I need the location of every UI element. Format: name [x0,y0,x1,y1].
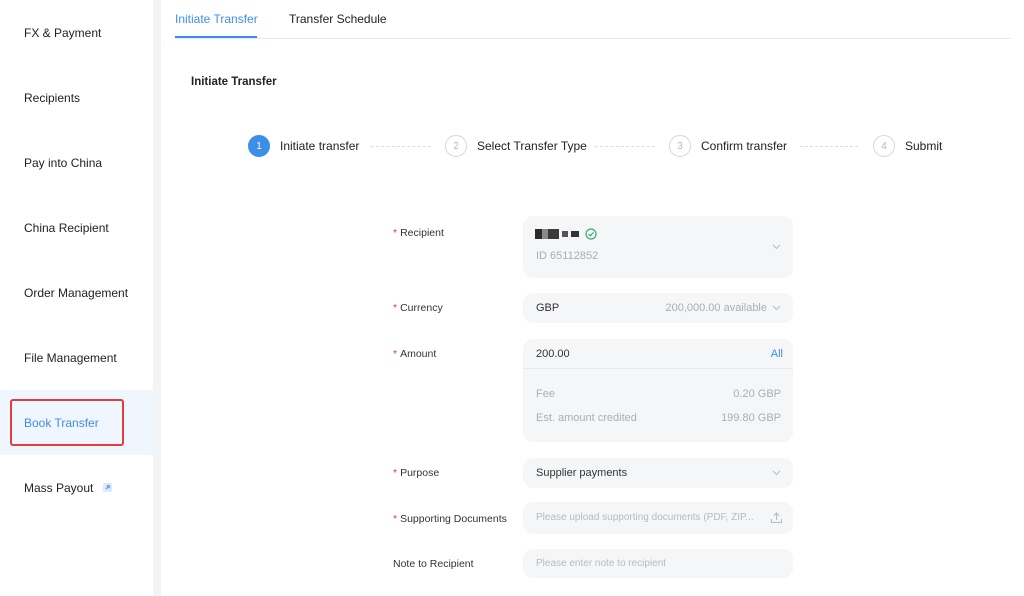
sidebar-item-label: Book Transfer [24,415,99,430]
currency-value: GBP [536,302,560,314]
chevron-down-icon [772,244,781,250]
step-number-badge: 2 [445,135,467,157]
sidebar-item-mass-payout[interactable]: Mass Payout [0,455,153,520]
recipient-label: * Recipient [393,227,444,239]
step-number-badge: 4 [873,135,895,157]
est-amount-value: 199.80 GBP [721,412,781,424]
fee-value: 0.20 GBP [733,388,781,400]
sidebar-item-label: Order Management [24,285,129,300]
recipient-select[interactable]: ID 65112852 [523,216,793,278]
sidebar-item-label: Mass Payout [24,480,94,495]
fee-label: Fee [536,388,555,400]
sidebar-item-book-transfer[interactable]: Book Transfer [0,390,153,455]
sidebar-item-order-management[interactable]: Order Management [0,260,153,325]
sidebar-item-label: Pay into China [24,155,103,170]
purpose-select[interactable]: Supplier payments [523,458,793,488]
amount-group: 200.00 All Fee 0.20 GBP Est. amount cred… [523,339,793,442]
recipient-name-masked [535,228,597,240]
sidebar-item-label: File Management [24,350,117,365]
sidebar-item-label: China Recipient [24,220,109,235]
tab-bar: Initiate Transfer Transfer Schedule [175,0,1011,39]
sidebar-item-fx-payment[interactable]: FX & Payment [0,0,153,65]
all-amount-link[interactable]: All [771,348,783,360]
recipient-id: ID 65112852 [536,250,599,262]
purpose-label: * Purpose [393,467,440,479]
sidebar-item-label: FX & Payment [24,25,102,40]
currency-select[interactable]: GBP 200,000.00 available [523,293,793,323]
sidebar: FX & Payment Recipients Pay into China C… [0,0,153,596]
chevron-down-icon [772,470,781,476]
step-1: 1 Initiate transfer [248,135,359,157]
note-placeholder: Please enter note to recipient [536,558,667,569]
verified-check-icon [585,228,597,240]
page-title: Initiate Transfer [191,76,277,88]
active-tab-indicator [175,36,257,38]
upload-placeholder: Please upload supporting documents (PDF,… [536,512,754,523]
step-connector [800,146,858,147]
step-label: Initiate transfer [280,139,360,153]
supporting-documents-label: * Supporting Documents [393,513,507,525]
upload-icon[interactable] [770,511,783,524]
step-connector [595,146,655,147]
amount-label: * Amount [393,348,437,360]
sidebar-item-label: Recipients [24,90,81,105]
step-number-badge: 3 [669,135,691,157]
sidebar-item-file-management[interactable]: File Management [0,325,153,390]
available-balance: 200,000.00 available [665,302,767,314]
chevron-down-icon [772,305,781,311]
step-connector [371,146,431,147]
currency-label: * Currency [393,302,443,314]
step-4: 4 Submit [873,135,942,157]
note-label: Note to Recipient [393,558,474,570]
sidebar-item-china-recipient[interactable]: China Recipient [0,195,153,260]
external-link-icon [103,483,113,492]
tab-transfer-schedule[interactable]: Transfer Schedule [289,12,387,26]
step-3: 3 Confirm transfer [669,135,787,157]
sidebar-divider [153,0,161,596]
sidebar-item-recipients[interactable]: Recipients [0,65,153,130]
note-input[interactable]: Please enter note to recipient [523,549,793,578]
step-label: Confirm transfer [701,139,788,153]
step-2: 2 Select Transfer Type [445,135,587,157]
tab-initiate-transfer[interactable]: Initiate Transfer [175,12,258,26]
est-amount-label: Est. amount credited [536,412,637,424]
amount-input[interactable]: 200.00 All [523,339,793,369]
step-label: Select Transfer Type [477,139,587,153]
sidebar-item-pay-into-china[interactable]: Pay into China [0,130,153,195]
step-label: Submit [905,139,943,153]
step-number-badge: 1 [248,135,270,157]
amount-value: 200.00 [536,348,570,360]
purpose-value: Supplier payments [536,467,628,479]
supporting-documents-upload[interactable]: Please upload supporting documents (PDF,… [523,502,793,534]
